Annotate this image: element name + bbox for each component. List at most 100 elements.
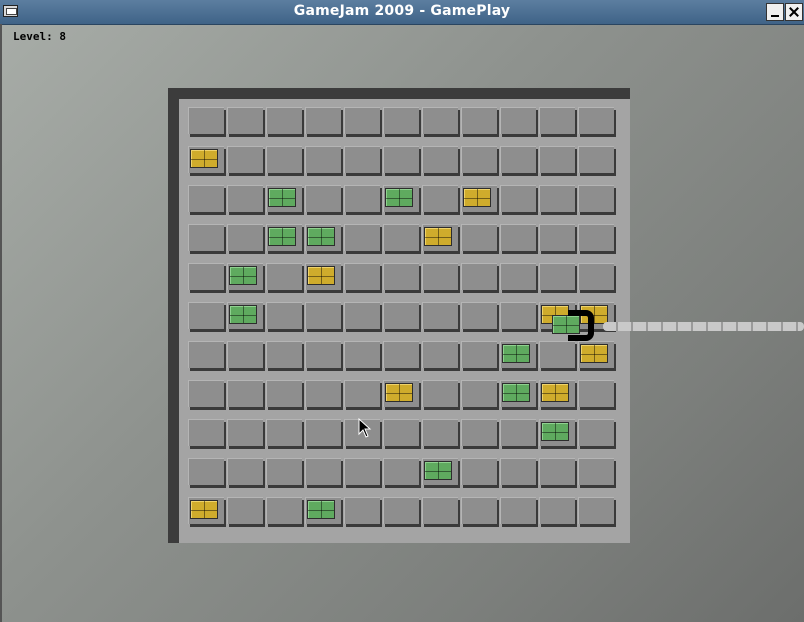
grid-cell[interactable] (266, 107, 302, 134)
grid-cell[interactable] (266, 146, 302, 173)
grid-cell[interactable] (227, 380, 263, 407)
grid-cell[interactable] (344, 263, 380, 290)
green-tile[interactable] (229, 266, 257, 285)
green-tile[interactable] (424, 461, 452, 480)
grid-cell[interactable] (461, 497, 497, 524)
grid-cell[interactable] (188, 302, 224, 329)
grid-cell[interactable] (227, 497, 263, 524)
grid-cell[interactable] (500, 419, 536, 446)
yellow-tile[interactable] (463, 188, 491, 207)
crane-hook[interactable] (568, 310, 594, 341)
grid-cell[interactable] (461, 146, 497, 173)
grid-cell[interactable] (539, 185, 575, 212)
grid-cell[interactable] (188, 185, 224, 212)
grid-cell[interactable] (227, 185, 263, 212)
grid-cell[interactable] (266, 302, 302, 329)
grid-cell[interactable] (500, 497, 536, 524)
green-tile[interactable] (502, 344, 530, 363)
grid-cell[interactable] (500, 185, 536, 212)
grid-cell[interactable] (422, 419, 458, 446)
grid-cell[interactable] (383, 263, 419, 290)
grid-cell[interactable] (578, 380, 614, 407)
green-tile[interactable] (307, 227, 335, 246)
grid-cell[interactable] (227, 341, 263, 368)
grid-cell[interactable] (227, 107, 263, 134)
grid-cell[interactable] (461, 341, 497, 368)
minimize-button[interactable] (766, 3, 784, 21)
green-tile[interactable] (502, 383, 530, 402)
grid-cell[interactable] (578, 185, 614, 212)
grid-cell[interactable] (344, 185, 380, 212)
grid-cell[interactable] (500, 302, 536, 329)
grid-cell[interactable] (344, 146, 380, 173)
yellow-tile[interactable] (541, 383, 569, 402)
grid-cell[interactable] (227, 146, 263, 173)
grid-cell[interactable] (539, 146, 575, 173)
grid-cell[interactable] (422, 497, 458, 524)
grid-cell[interactable] (383, 302, 419, 329)
grid-cell[interactable] (578, 107, 614, 134)
grid-cell[interactable] (500, 263, 536, 290)
grid-cell[interactable] (188, 419, 224, 446)
grid-cell[interactable] (383, 419, 419, 446)
grid-cell[interactable] (266, 419, 302, 446)
yellow-tile[interactable] (190, 500, 218, 519)
grid-cell[interactable] (422, 380, 458, 407)
grid-cell[interactable] (422, 107, 458, 134)
grid-cell[interactable] (461, 458, 497, 485)
yellow-tile[interactable] (424, 227, 452, 246)
grid-cell[interactable] (344, 224, 380, 251)
grid-cell[interactable] (344, 107, 380, 134)
grid-cell[interactable] (266, 380, 302, 407)
grid-cell[interactable] (305, 380, 341, 407)
grid-cell[interactable] (383, 497, 419, 524)
grid-cell[interactable] (578, 419, 614, 446)
grid-cell[interactable] (305, 146, 341, 173)
green-tile[interactable] (307, 500, 335, 519)
yellow-tile[interactable] (307, 266, 335, 285)
green-tile[interactable] (385, 188, 413, 207)
grid-cell[interactable] (539, 107, 575, 134)
grid-cell[interactable] (383, 224, 419, 251)
green-tile[interactable] (268, 188, 296, 207)
grid-cell[interactable] (383, 107, 419, 134)
grid-cell[interactable] (266, 458, 302, 485)
grid-cell[interactable] (539, 341, 575, 368)
grid-cell[interactable] (266, 263, 302, 290)
grid-cell[interactable] (227, 224, 263, 251)
green-tile[interactable] (541, 422, 569, 441)
grid-cell[interactable] (188, 263, 224, 290)
grid-cell[interactable] (500, 107, 536, 134)
yellow-tile[interactable] (580, 344, 608, 363)
grid-cell[interactable] (539, 458, 575, 485)
grid-cell[interactable] (578, 458, 614, 485)
green-tile[interactable] (268, 227, 296, 246)
grid-cell[interactable] (266, 341, 302, 368)
grid-cell[interactable] (188, 107, 224, 134)
grid-cell[interactable] (383, 458, 419, 485)
grid-cell[interactable] (422, 146, 458, 173)
grid-cell[interactable] (422, 341, 458, 368)
grid-cell[interactable] (305, 185, 341, 212)
title-bar[interactable]: GameJam 2009 - GamePlay (0, 0, 804, 25)
yellow-tile[interactable] (190, 149, 218, 168)
grid-cell[interactable] (461, 380, 497, 407)
grid-cell[interactable] (305, 302, 341, 329)
grid-cell[interactable] (422, 263, 458, 290)
grid-cell[interactable] (461, 263, 497, 290)
grid-cell[interactable] (305, 107, 341, 134)
grid-cell[interactable] (344, 302, 380, 329)
yellow-tile[interactable] (385, 383, 413, 402)
close-button[interactable] (785, 3, 803, 21)
grid-cell[interactable] (422, 302, 458, 329)
grid-cell[interactable] (305, 458, 341, 485)
grid-cell[interactable] (461, 107, 497, 134)
grid-cell[interactable] (461, 419, 497, 446)
grid-cell[interactable] (539, 224, 575, 251)
grid-cell[interactable] (383, 341, 419, 368)
grid-cell[interactable] (539, 263, 575, 290)
grid-cell[interactable] (266, 497, 302, 524)
grid-cell[interactable] (305, 341, 341, 368)
grid-cell[interactable] (188, 458, 224, 485)
grid-cell[interactable] (539, 497, 575, 524)
